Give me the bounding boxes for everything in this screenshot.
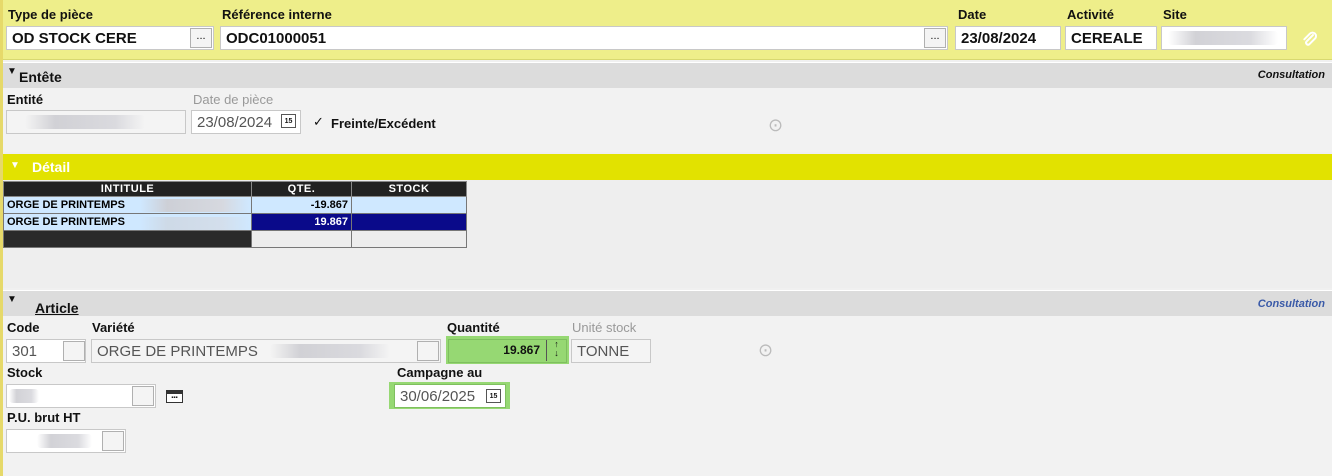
document-header: Type de pièce OD STOCK CERE ... Référenc… xyxy=(0,0,1332,60)
validate-check-icon[interactable]: ⊙ xyxy=(758,340,773,361)
article-mode-label: Consultation xyxy=(1257,298,1325,310)
campagne-label: Campagne au xyxy=(397,365,483,380)
checkmark-icon[interactable]: ✓ xyxy=(313,114,324,130)
variete-browse-button[interactable] xyxy=(417,341,439,361)
date-field[interactable]: 23/08/2024 xyxy=(955,26,1061,50)
left-accent-border xyxy=(0,0,3,476)
date-piece-label: Date de pièce xyxy=(193,92,274,107)
unite-stock-field[interactable]: TONNE xyxy=(571,339,651,363)
variete-label: Variété xyxy=(92,320,135,335)
reference-label: Référence interne xyxy=(222,7,332,22)
reference-field[interactable]: ODC01000051 xyxy=(220,26,948,50)
activite-field[interactable]: CEREALE xyxy=(1065,26,1157,50)
quantite-label: Quantité xyxy=(447,320,500,335)
redacted-area xyxy=(9,389,39,403)
redacted-area xyxy=(270,344,390,358)
entete-mode-label: Consultation xyxy=(1257,69,1325,81)
cell-stock[interactable] xyxy=(351,213,467,231)
column-header-qte[interactable]: QTE. xyxy=(251,181,352,197)
cell-intitule[interactable] xyxy=(3,230,252,248)
stock-browse-button[interactable] xyxy=(132,386,154,406)
entite-label: Entité xyxy=(7,92,44,107)
stock-label: Stock xyxy=(7,365,43,380)
code-label: Code xyxy=(7,320,40,335)
pu-brut-label: P.U. brut HT xyxy=(7,410,81,425)
paperclip-icon[interactable] xyxy=(1301,31,1319,49)
cell-qte[interactable]: 19.867 xyxy=(251,213,352,231)
site-field[interactable] xyxy=(1161,26,1287,50)
validate-check-icon[interactable]: ⊙ xyxy=(768,115,783,136)
reference-browse-button[interactable]: ... xyxy=(924,28,946,48)
collapse-triangle-icon[interactable]: ▼ xyxy=(7,66,17,77)
entete-section-bar[interactable]: ▼ Entête Consultation xyxy=(0,62,1332,88)
detail-grid[interactable]: INTITULE QTE. STOCK ORGE DE PRINTEMPS -1… xyxy=(3,181,467,248)
redacted-area xyxy=(140,217,250,230)
article-section-bar[interactable]: ▼ Article Consultation xyxy=(0,290,1332,316)
code-browse-button[interactable] xyxy=(63,341,85,361)
pu-brut-browse-button[interactable] xyxy=(102,431,124,451)
article-title: Article xyxy=(35,300,79,316)
detail-section-bar[interactable]: ▼ Détail xyxy=(0,154,1332,180)
type-piece-label: Type de pièce xyxy=(8,7,94,22)
type-piece-field[interactable]: OD STOCK CERE xyxy=(6,26,214,50)
grid-calendar-icon[interactable]: ▪▪▪ xyxy=(166,390,183,403)
collapse-triangle-icon[interactable]: ▼ xyxy=(7,294,17,305)
site-label: Site xyxy=(1163,7,1187,22)
quantite-stepper-icon[interactable]: ↑ ↓ xyxy=(546,340,566,361)
type-piece-browse-button[interactable]: ... xyxy=(190,28,212,48)
entite-field[interactable] xyxy=(6,110,186,134)
entete-title: Entête xyxy=(19,69,62,85)
redacted-area xyxy=(140,199,250,212)
redacted-area xyxy=(37,434,92,448)
cell-stock[interactable] xyxy=(351,230,467,248)
date-label: Date xyxy=(958,7,987,22)
redacted-area xyxy=(25,115,145,129)
freinte-checkbox-label[interactable]: Freinte/Excédent xyxy=(331,116,436,131)
activite-label: Activité xyxy=(1067,7,1114,22)
calendar-icon[interactable]: 15 xyxy=(486,389,501,403)
calendar-icon[interactable]: 15 xyxy=(281,114,296,128)
cell-stock[interactable] xyxy=(351,196,467,214)
detail-title: Détail xyxy=(32,159,71,175)
collapse-triangle-icon[interactable]: ▼ xyxy=(10,160,20,171)
table-row-empty[interactable] xyxy=(3,230,467,248)
cell-qte[interactable]: -19.867 xyxy=(251,196,352,214)
variete-field[interactable]: ORGE DE PRINTEMPS xyxy=(91,339,441,363)
redacted-area xyxy=(1168,31,1278,45)
column-header-intitule[interactable]: INTITULE xyxy=(3,181,252,197)
unite-stock-label: Unité stock xyxy=(572,320,637,335)
cell-qte[interactable] xyxy=(251,230,352,248)
column-header-stock[interactable]: STOCK xyxy=(351,181,467,197)
